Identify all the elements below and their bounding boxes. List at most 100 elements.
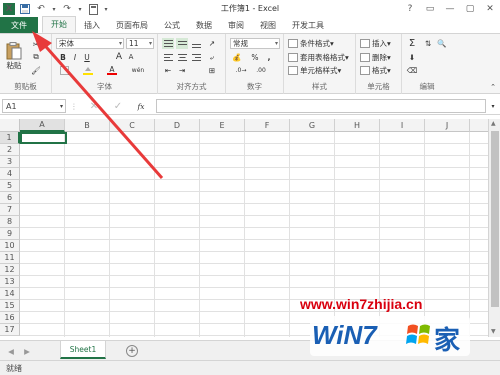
- select-all-corner[interactable]: [0, 119, 20, 132]
- increase-indent-button[interactable]: ⇥: [176, 65, 188, 76]
- fill-color-button[interactable]: [82, 65, 94, 75]
- minimize-icon[interactable]: —: [440, 0, 460, 18]
- scroll-thumb[interactable]: [491, 131, 499, 307]
- fill-button[interactable]: ⬇: [406, 52, 418, 63]
- shrink-font-button[interactable]: A: [126, 52, 136, 62]
- row-header-8[interactable]: 8: [0, 216, 20, 228]
- sheet-prev-icon[interactable]: ◀: [6, 345, 16, 357]
- decrease-decimal-button[interactable]: .00: [254, 65, 268, 75]
- column-header-a[interactable]: A: [20, 119, 65, 132]
- tab-insert[interactable]: 插入: [76, 17, 108, 33]
- close-icon[interactable]: ✕: [480, 0, 500, 18]
- find-select-button[interactable]: 🔍: [436, 38, 448, 49]
- row-header-16[interactable]: 16: [0, 312, 20, 324]
- formula-options-icon[interactable]: ⋮: [70, 101, 78, 111]
- column-header-j[interactable]: J: [425, 119, 470, 132]
- row-header-1[interactable]: 1: [0, 132, 20, 144]
- delete-cells-button[interactable]: 删除 ▾: [360, 52, 391, 63]
- help-icon[interactable]: ?: [400, 0, 420, 18]
- scroll-down-icon[interactable]: ▼: [491, 328, 496, 335]
- wrap-text-button[interactable]: ⤶: [206, 52, 218, 63]
- font-size-select[interactable]: 11 ▾: [126, 38, 154, 49]
- sheet-next-icon[interactable]: ▶: [22, 345, 32, 357]
- conditional-format-button[interactable]: 条件格式 ▾: [288, 38, 334, 49]
- row-header-6[interactable]: 6: [0, 192, 20, 204]
- italic-button[interactable]: I: [70, 52, 80, 62]
- tab-home[interactable]: 开始: [42, 16, 76, 33]
- percent-button[interactable]: %: [250, 52, 260, 62]
- currency-button[interactable]: 💰: [230, 52, 244, 62]
- redo-dropdown-icon[interactable]: ▾: [77, 3, 83, 15]
- increase-decimal-button[interactable]: .0→: [234, 65, 248, 75]
- autosum-button[interactable]: Σ: [406, 38, 418, 49]
- formula-input[interactable]: [156, 99, 486, 113]
- row-header-11[interactable]: 11: [0, 252, 20, 264]
- calculator-icon[interactable]: [87, 3, 99, 15]
- format-as-table-button[interactable]: 套用表格格式 ▾: [288, 52, 349, 63]
- column-header-g[interactable]: G: [290, 119, 335, 132]
- sheet-tab-sheet1[interactable]: Sheet1: [60, 341, 106, 359]
- align-right-button[interactable]: [190, 52, 202, 63]
- tab-data[interactable]: 数据: [188, 17, 220, 33]
- phonetic-button[interactable]: wén: [130, 65, 146, 75]
- row-header-15[interactable]: 15: [0, 300, 20, 312]
- row-header-17[interactable]: 17: [0, 324, 20, 336]
- merge-center-button[interactable]: ⊞: [206, 65, 218, 76]
- align-center-button[interactable]: [176, 52, 188, 63]
- tab-developer[interactable]: 开发工具: [284, 17, 332, 33]
- copy-icon[interactable]: ⧉: [30, 52, 42, 62]
- column-header-d[interactable]: D: [155, 119, 200, 132]
- column-header-b[interactable]: B: [65, 119, 110, 132]
- column-header-i[interactable]: I: [380, 119, 425, 132]
- redo-icon[interactable]: ↷: [61, 3, 73, 15]
- scroll-up-icon[interactable]: ▲: [491, 120, 496, 127]
- row-header-14[interactable]: 14: [0, 288, 20, 300]
- row-header-12[interactable]: 12: [0, 264, 20, 276]
- tab-page-layout[interactable]: 页面布局: [108, 17, 156, 33]
- cancel-formula-icon[interactable]: ✕: [88, 100, 100, 112]
- maximize-icon[interactable]: ▢: [460, 0, 480, 18]
- decrease-indent-button[interactable]: ⇤: [162, 65, 174, 76]
- undo-dropdown-icon[interactable]: ▾: [51, 3, 57, 15]
- qat-customize-icon[interactable]: ▾: [103, 3, 109, 15]
- align-bottom-button[interactable]: [190, 38, 202, 49]
- collapse-ribbon-icon[interactable]: ⌃: [488, 82, 498, 92]
- name-box[interactable]: A1 ▾: [2, 99, 66, 113]
- comma-button[interactable]: ,: [264, 52, 274, 62]
- column-header-e[interactable]: E: [200, 119, 245, 132]
- row-header-5[interactable]: 5: [0, 180, 20, 192]
- insert-cells-button[interactable]: 插入 ▾: [360, 38, 391, 49]
- column-header-f[interactable]: F: [245, 119, 290, 132]
- active-cell-a1[interactable]: [20, 132, 67, 144]
- row-header-7[interactable]: 7: [0, 204, 20, 216]
- row-header-9[interactable]: 9: [0, 228, 20, 240]
- ribbon-display-icon[interactable]: ▭: [420, 0, 440, 18]
- orientation-button[interactable]: ↗: [206, 38, 218, 49]
- vertical-scrollbar[interactable]: ▲ ▼: [488, 119, 500, 337]
- column-header-c[interactable]: C: [110, 119, 155, 132]
- format-cells-button[interactable]: 格式 ▾: [360, 65, 391, 76]
- row-header-10[interactable]: 10: [0, 240, 20, 252]
- column-header-h[interactable]: H: [335, 119, 380, 132]
- expand-formula-icon[interactable]: ▾: [488, 101, 498, 111]
- clear-button[interactable]: ⌫: [406, 65, 418, 76]
- number-format-select[interactable]: 常规 ▾: [230, 38, 280, 49]
- paste-button[interactable]: 粘贴: [4, 38, 24, 74]
- borders-button[interactable]: [58, 65, 70, 75]
- bold-button[interactable]: B: [58, 52, 68, 62]
- row-header-4[interactable]: 4: [0, 168, 20, 180]
- font-color-button[interactable]: A: [106, 65, 118, 75]
- align-left-button[interactable]: [162, 52, 174, 63]
- align-middle-button[interactable]: [176, 38, 188, 49]
- row-header-2[interactable]: 2: [0, 144, 20, 156]
- cell-styles-button[interactable]: 单元格样式 ▾: [288, 65, 341, 76]
- insert-function-icon[interactable]: fx: [134, 100, 148, 112]
- tab-file[interactable]: 文件: [0, 17, 38, 33]
- save-icon[interactable]: [19, 3, 31, 15]
- grow-font-button[interactable]: A: [114, 52, 124, 62]
- sort-filter-button[interactable]: ⇅: [422, 38, 434, 49]
- tab-review[interactable]: 审阅: [220, 17, 252, 33]
- confirm-formula-icon[interactable]: ✓: [112, 100, 124, 112]
- underline-button[interactable]: U: [82, 52, 92, 62]
- row-header-3[interactable]: 3: [0, 156, 20, 168]
